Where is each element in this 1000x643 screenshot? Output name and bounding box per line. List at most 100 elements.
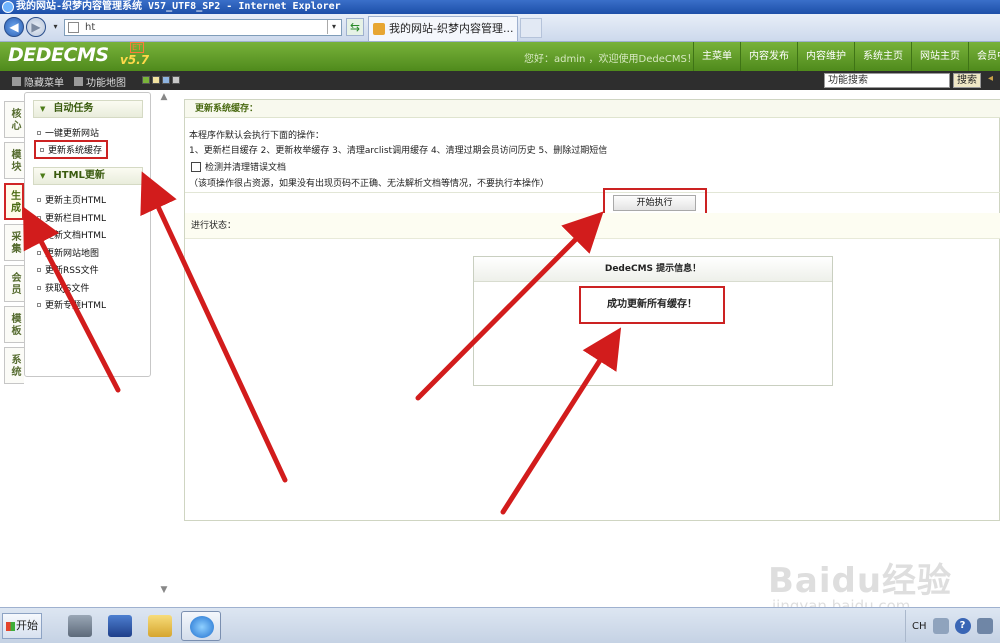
folder-icon: [148, 615, 172, 637]
panel-title: 更新系统缓存：: [185, 100, 1000, 118]
menu-update-index-label: 更新主页HTML: [45, 196, 107, 206]
version-label: v5.7: [120, 53, 150, 67]
scroll-down-icon[interactable]: ▼: [159, 585, 169, 595]
powershell-icon: [108, 615, 132, 637]
section-auto-tasks[interactable]: ▼ 自动任务: [33, 100, 143, 118]
menu-update-rss-label: 更新RSS文件: [45, 266, 99, 276]
nav-main-menu[interactable]: 主菜单: [693, 42, 740, 71]
section-auto-tasks-label: 自动任务: [53, 103, 94, 114]
menu-get-js-label: 获取JS文件: [45, 284, 90, 294]
vtab-system[interactable]: 系统: [4, 347, 24, 384]
site-map-label: 功能地图: [86, 78, 126, 89]
nav-site-home[interactable]: 网站主页: [911, 42, 968, 71]
bullet-icon: [37, 130, 41, 135]
system-tray: CH ?: [905, 610, 1000, 642]
menu-update-category[interactable]: 更新栏目HTML: [37, 211, 106, 224]
start-run-button[interactable]: 开始执行: [613, 195, 696, 211]
menu-update-cache-label: 更新系统缓存: [48, 146, 103, 156]
sidebar-scrollbar[interactable]: ▲ ▼: [158, 92, 170, 595]
server-manager-icon: [68, 615, 92, 637]
menu-update-cache[interactable]: 更新系统缓存: [34, 140, 109, 159]
vtab-template[interactable]: 模板: [4, 306, 24, 343]
module-tabs: 核心 模块 生成 采集 会员 模板 系统: [4, 101, 24, 388]
new-tab-button[interactable]: [520, 18, 542, 38]
powershell-button[interactable]: [100, 611, 140, 641]
section-html-update[interactable]: ▼ HTML更新: [33, 167, 143, 185]
vtab-module[interactable]: 模块: [4, 142, 24, 179]
nav-maintain[interactable]: 内容维护: [797, 42, 854, 71]
menu-update-category-label: 更新栏目HTML: [45, 214, 107, 224]
back-button[interactable]: ◀: [4, 17, 24, 37]
browser-address-bar: ◀ ▶ ▾ ht ▾ ⇆ 我的网站-织梦内容管理...: [0, 14, 1000, 42]
swatch-gray[interactable]: [172, 76, 180, 84]
collapse-icon: ▼: [40, 105, 46, 113]
ie-icon: [190, 616, 214, 638]
start-label: 开始: [16, 619, 38, 632]
history-dropdown-icon[interactable]: ▾: [49, 20, 62, 34]
explorer-button[interactable]: [140, 611, 180, 641]
message-body: 成功更新所有缓存！: [607, 299, 697, 310]
ie-taskbar-button[interactable]: [181, 611, 221, 641]
nav-member-center[interactable]: 会员中: [968, 42, 1000, 71]
nav-system-home[interactable]: 系统主页: [854, 42, 911, 71]
bullet-icon: [37, 250, 41, 255]
browser-tab[interactable]: 我的网站-织梦内容管理...: [368, 16, 518, 41]
server-manager-button[interactable]: [60, 611, 100, 641]
menu-update-site[interactable]: 一键更新网站: [37, 126, 99, 139]
clean-docs-checkbox[interactable]: [191, 161, 201, 172]
menu-update-rss[interactable]: 更新RSS文件: [37, 263, 99, 276]
divider: [185, 192, 1000, 193]
language-indicator[interactable]: CH: [912, 621, 927, 632]
dedecms-tab-icon: [373, 23, 385, 35]
function-search-input[interactable]: 功能搜索: [824, 73, 950, 88]
clean-docs-label: 检测并清理错误文档: [205, 163, 287, 173]
forward-button[interactable]: ▶: [26, 17, 46, 37]
hide-menu-link[interactable]: 隐藏菜单: [12, 74, 64, 89]
swatch-yellow[interactable]: [152, 76, 160, 84]
site-map-icon: [74, 77, 83, 86]
cms-header: DEDECMS ET v5.7 您好：admin ，欢迎使用DedeCMS！ 主…: [0, 42, 1000, 71]
network-icon[interactable]: [976, 618, 993, 634]
menu-update-special[interactable]: 更新专题HTML: [37, 298, 106, 311]
cms-toolbar: 隐藏菜单 功能地图 功能搜索 搜索 ◂: [0, 71, 1000, 90]
vtab-generate[interactable]: 生成: [4, 183, 24, 220]
intro-text: 本程序作默认会执行下面的操作：: [189, 131, 325, 141]
menu-update-doc-label: 更新文档HTML: [45, 231, 107, 241]
window-title: 我的网站-织梦内容管理系统 V57_UTF8_SP2 - Internet Ex…: [16, 1, 341, 12]
search-button[interactable]: 搜索: [953, 73, 981, 88]
tab-title: 我的网站-织梦内容管理...: [389, 22, 514, 35]
keyboard-icon[interactable]: [932, 618, 949, 634]
menu-update-doc[interactable]: 更新文档HTML: [37, 228, 106, 241]
bullet-icon: [40, 147, 44, 152]
site-map-link[interactable]: 功能地图: [74, 74, 126, 89]
address-dropdown-icon[interactable]: ▾: [327, 20, 340, 34]
message-highlight: 成功更新所有缓存！: [579, 286, 725, 324]
swatch-green[interactable]: [142, 76, 150, 84]
nav-publish[interactable]: 内容发布: [740, 42, 797, 71]
help-icon[interactable]: ?: [954, 618, 971, 634]
start-button[interactable]: 开始: [2, 613, 42, 639]
clean-docs-option[interactable]: 检测并清理错误文档: [191, 160, 286, 173]
vtab-core[interactable]: 核心: [4, 101, 24, 138]
menu-get-js[interactable]: 获取JS文件: [37, 281, 89, 294]
window-title-bar: 我的网站-织梦内容管理系统 V57_UTF8_SP2 - Internet Ex…: [0, 0, 1000, 14]
bullet-icon: [37, 197, 41, 202]
refresh-icon[interactable]: ⇆: [346, 18, 364, 36]
watermark-brand: Baidu经验: [768, 561, 953, 601]
menu-update-index[interactable]: 更新主页HTML: [37, 193, 106, 206]
top-nav: 主菜单 内容发布 内容维护 系统主页 网站主页 会员中: [693, 42, 1000, 71]
menu-update-sitemap[interactable]: 更新网站地图: [37, 246, 99, 259]
version-badge: ET: [130, 42, 144, 53]
vtab-collect[interactable]: 采集: [4, 224, 24, 261]
page-icon: [68, 22, 79, 33]
bullet-icon: [37, 215, 41, 220]
main-panel: 更新系统缓存： 本程序作默认会执行下面的操作： 1、更新栏目缓存 2、更新枚举缓…: [184, 99, 1000, 521]
address-input[interactable]: ht: [64, 19, 342, 36]
message-title: DedeCMS 提示信息！: [474, 257, 832, 282]
windows-taskbar: 开始 CH ?: [0, 607, 1000, 643]
scroll-up-icon[interactable]: ▲: [159, 92, 169, 102]
address-value: ht: [85, 22, 96, 33]
vtab-member[interactable]: 会员: [4, 265, 24, 302]
swatch-blue[interactable]: [162, 76, 170, 84]
message-box: DedeCMS 提示信息！ 成功更新所有缓存！: [473, 256, 833, 386]
